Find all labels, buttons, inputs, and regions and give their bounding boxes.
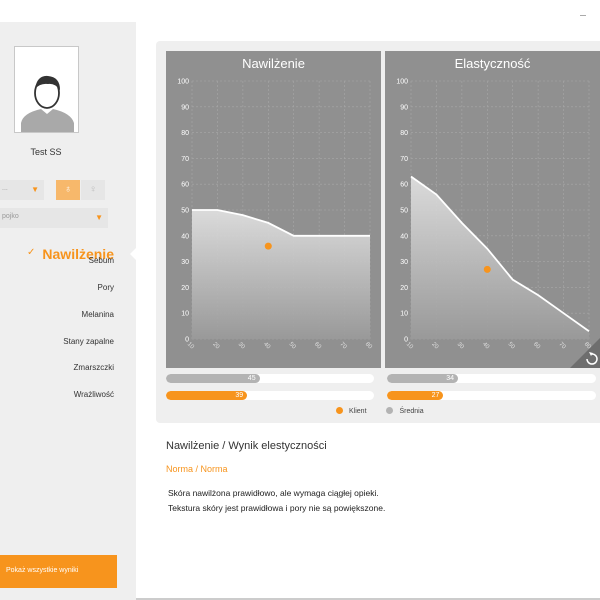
y-tick-label: 100 — [177, 79, 189, 86]
x-tick-label: 50 — [288, 341, 297, 350]
legend: Klient Średnia — [336, 407, 424, 415]
average-area — [411, 176, 589, 339]
x-tick-label: 30 — [456, 341, 465, 350]
x-tick-label: 70 — [557, 341, 566, 350]
y-tick-label: 100 — [396, 79, 408, 86]
show-all-results-button[interactable]: Pokaż wszystkie wyniki — [0, 555, 117, 588]
menu-item-nawilzenie[interactable]: ✓ Nawilżenie — [0, 244, 136, 264]
y-tick-label: 50 — [400, 208, 408, 215]
y-tick-label: 90 — [400, 104, 408, 111]
female-icon: ♁ — [64, 184, 72, 195]
menu-item-melanina[interactable]: Melanina — [82, 310, 114, 319]
user-silhouette-icon — [15, 47, 78, 132]
y-tick-label: 10 — [400, 311, 408, 318]
x-tick-label: 20 — [430, 341, 439, 350]
x-tick-label: 30 — [237, 341, 246, 350]
elasticity-client-bar: 27 — [387, 391, 596, 400]
menu-item-stany-zapalne[interactable]: Stany zapalne — [63, 337, 114, 346]
client-point — [264, 242, 272, 250]
user-name: Test SS — [30, 147, 62, 157]
x-tick-label: 80 — [364, 341, 373, 350]
result-title: Nawilżenie / Wynik elestyczności — [166, 440, 327, 452]
results-panel: 100 90 80 70 60 50 40 30 20 10 0 10 20 30 40 50 60 70 80 N… — [156, 41, 600, 423]
x-tick-label: 60 — [532, 341, 541, 350]
y-tick-label: 60 — [400, 182, 408, 189]
moisture-average-bar: 45 — [166, 374, 374, 383]
male-icon: ♀ — [89, 184, 97, 195]
y-tick-label: 90 — [181, 104, 189, 111]
menu-item-wrazliwosc[interactable]: Wrażliwość — [74, 390, 114, 399]
y-tick-label: 50 — [181, 208, 189, 215]
age-select-value: ... — [2, 185, 8, 192]
client-point — [483, 265, 491, 273]
result-description: Skóra nawilżona prawidłowo, ale wymaga c… — [168, 486, 385, 516]
moisture-client-bar: 39 — [166, 391, 374, 400]
elasticity-average-bar: 34 — [387, 374, 596, 383]
menu-item-sebum[interactable]: Sebum — [89, 256, 114, 265]
result-norm: Norma / Norma — [166, 464, 228, 474]
result-line-1: Skóra nawilżona prawidłowo, ale wymaga c… — [168, 488, 379, 498]
x-tick-label: 70 — [338, 341, 347, 350]
skin-type-value: pojko — [2, 213, 19, 220]
y-tick-label: 20 — [181, 285, 189, 292]
y-tick-label: 40 — [400, 233, 408, 240]
chart-moisture-title: Nawilżenie — [242, 56, 305, 71]
avatar — [14, 46, 79, 133]
female-button[interactable]: ♁ — [56, 180, 80, 200]
x-tick-label: 40 — [481, 341, 490, 350]
result-line-2: Tekstura skóry jest prawidłowa i pory ni… — [168, 503, 386, 513]
x-tick-label: 60 — [313, 341, 322, 350]
y-tick-label: 80 — [181, 130, 189, 137]
x-tick-label: 50 — [507, 341, 516, 350]
male-button[interactable]: ♀ — [81, 180, 105, 200]
y-tick-label: 80 — [400, 130, 408, 137]
legend-average-dot — [386, 407, 394, 414]
y-tick-label: 40 — [181, 233, 189, 240]
moisture-client-fill: 39 — [166, 391, 248, 400]
chevron-down-icon: ▼ — [95, 213, 103, 222]
check-icon: ✓ — [27, 247, 36, 258]
chart-moisture-plot: 100908070605040302010010 20 30 40 50 60 70 80 — [177, 79, 373, 351]
elasticity-average-fill: 34 — [387, 374, 459, 383]
y-tick-label: 60 — [181, 182, 189, 189]
chart-elasticity: 100 90 80 70 60 50 40 30 20 10 0 10 20 30 40 50 60 70 80 E… — [385, 51, 600, 368]
x-tick-label: 40 — [262, 341, 271, 350]
elasticity-client-fill: 27 — [387, 391, 444, 400]
sidebar: Test SS ... ▼ ♁ ♀ pojko ▼ ✓ Nawilżenie Seb… — [0, 22, 137, 600]
y-tick-label: 10 — [181, 311, 189, 318]
x-tick-label: 20 — [211, 341, 220, 350]
chevron-down-icon: ▼ — [31, 185, 39, 194]
y-tick-label: 30 — [400, 259, 408, 266]
y-tick-label: 30 — [181, 259, 189, 266]
app-window: Test SS ... ▼ ♁ ♀ pojko ▼ ✓ Nawilżenie Seb… — [0, 0, 600, 600]
reload-button[interactable] — [570, 338, 600, 368]
y-tick-label: 70 — [400, 156, 408, 163]
legend-client-dot — [336, 407, 343, 414]
legend-client-label: Klient — [349, 408, 367, 415]
reload-icon — [570, 338, 600, 368]
y-tick-label: 20 — [400, 285, 408, 292]
menu-item-zmarszczki[interactable]: Zmarszczki — [74, 363, 114, 372]
menu-item-pory[interactable]: Pory — [98, 283, 114, 292]
window-control[interactable] — [580, 15, 586, 16]
skin-type-select[interactable]: pojko ▼ — [0, 208, 108, 228]
legend-average-label: Średnia — [399, 408, 424, 415]
chart-elasticity-plot: 100908070605040302010010 20 30 40 50 60 70 80 — [396, 79, 592, 351]
active-pointer — [130, 247, 137, 261]
moisture-average-fill: 45 — [166, 374, 260, 383]
chart-moisture: 100 90 80 70 60 50 40 30 20 10 0 10 20 30 40 50 60 70 80 N… — [166, 51, 381, 368]
chart-elasticity-title: Elastyczność — [454, 56, 531, 71]
age-select[interactable]: ... ▼ — [0, 180, 44, 200]
y-tick-label: 70 — [181, 156, 189, 163]
